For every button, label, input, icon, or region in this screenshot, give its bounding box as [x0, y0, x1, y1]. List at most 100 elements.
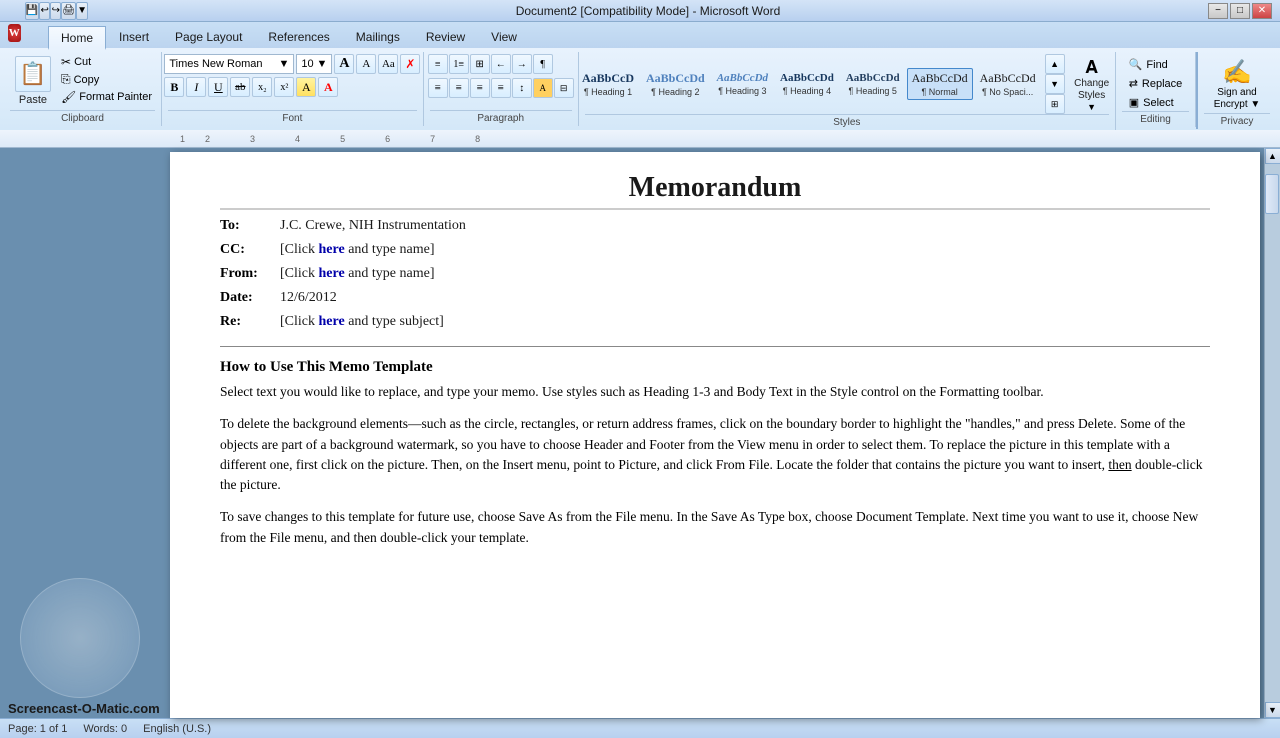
multilevel-button[interactable]: ⊞ — [470, 54, 490, 74]
to-label: To: — [220, 218, 280, 234]
clipboard-group: 📋 Paste ✂ Cut ⎘ Copy 🖌 Format Painter Cl… — [4, 52, 162, 126]
close-btn[interactable]: ✕ — [1252, 3, 1272, 19]
style-heading1[interactable]: AaBbCcD ¶ Heading 1 — [577, 68, 639, 99]
find-button[interactable]: 🔍 Find — [1125, 56, 1172, 73]
decrease-indent-button[interactable]: ← — [491, 54, 511, 74]
quick-print-btn[interactable]: 🖨 — [61, 2, 76, 20]
numbering-button[interactable]: 1≡ — [449, 54, 469, 74]
bullets-button[interactable]: ≡ — [428, 54, 448, 74]
sign-encrypt-button[interactable]: ✍ Sign andEncrypt ▼ — [1212, 56, 1263, 113]
list-buttons-row: ≡ 1≡ ⊞ ← → ¶ — [428, 54, 553, 74]
clear-formatting-button[interactable]: ✗ — [400, 54, 420, 74]
align-center-button[interactable]: ≡ — [449, 78, 469, 98]
style-heading3[interactable]: AaBbCcDd ¶ Heading 3 — [712, 69, 773, 99]
tab-insert[interactable]: Insert — [106, 24, 162, 48]
word-count: Words: 0 — [83, 723, 127, 735]
styles-expand[interactable]: ⊞ — [1045, 94, 1065, 114]
quick-save-btn[interactable]: 💾 — [25, 2, 39, 20]
font-name-combo[interactable]: Times New Roman ▼ — [164, 54, 294, 74]
subscript-button[interactable]: x₂ — [252, 77, 272, 97]
heading5-label: ¶ Heading 5 — [849, 86, 897, 96]
tab-home[interactable]: Home — [48, 26, 106, 50]
border-button[interactable]: ⊟ — [554, 78, 574, 98]
find-icon: 🔍 — [1129, 58, 1143, 71]
re-value[interactable]: [Click here and type subject] — [280, 314, 444, 330]
cc-value[interactable]: [Click here and type name] — [280, 242, 434, 258]
language: English (U.S.) — [143, 723, 211, 735]
tab-review[interactable]: Review — [413, 24, 478, 48]
change-case-button[interactable]: Aa — [378, 54, 398, 74]
increase-indent-button[interactable]: → — [512, 54, 532, 74]
strikethrough-button[interactable]: ab — [230, 77, 250, 97]
grow-font-button[interactable]: A — [334, 54, 354, 74]
style-normal[interactable]: AaBbCcDd ¶ Normal — [907, 68, 973, 99]
styles-scroll-up[interactable]: ▲ — [1045, 54, 1065, 74]
document-page[interactable]: Memorandum To: J.C. Crewe, NIH Instrumen… — [170, 152, 1260, 718]
scroll-down-button[interactable]: ▼ — [1265, 702, 1280, 718]
status-bar: Page: 1 of 1 Words: 0 English (U.S.) — [0, 718, 1280, 738]
superscript-button[interactable]: x² — [274, 77, 294, 97]
font-group: Times New Roman ▼ 10 ▼ A A Aa ✗ B I U ab… — [162, 52, 424, 126]
format-painter-button[interactable]: 🖌 Format Painter — [58, 89, 155, 105]
copy-icon: ⎘ — [61, 72, 71, 87]
memo-from-row: From: [Click here and type name] — [220, 266, 1210, 282]
cut-button[interactable]: ✂ Cut — [58, 54, 155, 70]
style-nospacing[interactable]: AaBbCcDd ¶ No Spaci... — [975, 68, 1041, 99]
shading-button[interactable]: A — [533, 78, 553, 98]
heading4-preview: AaBbCcDd — [780, 72, 834, 85]
ribbon: 📋 Paste ✂ Cut ⎘ Copy 🖌 Format Painter Cl… — [0, 48, 1280, 130]
office-button[interactable]: W — [8, 24, 21, 42]
tab-page-layout[interactable]: Page Layout — [162, 24, 255, 48]
privacy-group: ✍ Sign andEncrypt ▼ Privacy — [1196, 52, 1276, 129]
minimize-btn[interactable]: − — [1208, 3, 1228, 19]
underline-button[interactable]: U — [208, 77, 228, 97]
from-value[interactable]: [Click here and type name] — [280, 266, 434, 282]
paste-icon: 📋 — [15, 56, 51, 92]
font-color-button[interactable]: A — [318, 77, 338, 97]
style-heading5[interactable]: AaBbCcDd ¶ Heading 5 — [841, 69, 905, 99]
customize-btn[interactable]: ▼ — [76, 2, 88, 20]
paste-label: Paste — [19, 94, 47, 106]
line-spacing-button[interactable]: ↕ — [512, 78, 532, 98]
scrollbar-track[interactable] — [1265, 164, 1280, 702]
style-heading4[interactable]: AaBbCcDd ¶ Heading 4 — [775, 69, 839, 99]
copy-button[interactable]: ⎘ Copy — [58, 71, 155, 88]
justify-button[interactable]: ≡ — [491, 78, 511, 98]
font-name-arrow: ▼ — [278, 58, 289, 70]
replace-button[interactable]: ⇄ Replace — [1125, 75, 1187, 92]
quick-redo-btn[interactable]: ↪ — [50, 2, 61, 20]
bold-button[interactable]: B — [164, 77, 184, 97]
align-buttons-row: ≡ ≡ ≡ ≡ ↕ A ⊟ — [428, 78, 574, 98]
styles-scroll-down[interactable]: ▼ — [1045, 74, 1065, 94]
scrollbar-thumb[interactable] — [1265, 174, 1279, 214]
cut-icon: ✂ — [61, 55, 71, 69]
tab-mailings[interactable]: Mailings — [343, 24, 413, 48]
cc-label: CC: — [220, 242, 280, 258]
style-heading2[interactable]: AaBbCcDd ¶ Heading 2 — [641, 68, 710, 99]
show-formatting-button[interactable]: ¶ — [533, 54, 553, 74]
nospacing-preview: AaBbCcDd — [980, 71, 1036, 85]
select-button[interactable]: ▣ Select — [1125, 94, 1178, 111]
quick-undo-btn[interactable]: ↩ — [39, 2, 50, 20]
window-title: Document2 [Compatibility Mode] - Microso… — [88, 4, 1208, 18]
heading3-preview: AaBbCcDd — [717, 72, 768, 85]
memo-fields: To: J.C. Crewe, NIH Instrumentation CC: … — [220, 218, 1210, 330]
font-group-label: Font — [168, 110, 417, 124]
align-left-button[interactable]: ≡ — [428, 78, 448, 98]
shrink-font-button[interactable]: A — [356, 54, 376, 74]
select-icon: ▣ — [1129, 96, 1139, 109]
highlight-button[interactable]: A — [296, 77, 316, 97]
heading2-preview: AaBbCcDd — [646, 71, 705, 85]
change-styles-button[interactable]: 𝐀 ChangeStyles ▼ — [1067, 55, 1117, 114]
ribbon-tabs: Home Insert Page Layout References Maili… — [0, 22, 1280, 48]
tab-references[interactable]: References — [255, 24, 342, 48]
tab-view[interactable]: View — [478, 24, 530, 48]
restore-btn[interactable]: □ — [1230, 3, 1250, 19]
align-right-button[interactable]: ≡ — [470, 78, 490, 98]
font-size-combo[interactable]: 10 ▼ — [296, 54, 332, 74]
italic-button[interactable]: I — [186, 77, 206, 97]
paste-button[interactable]: 📋 Paste — [10, 54, 56, 108]
left-sidebar — [0, 148, 170, 718]
heading1-preview: AaBbCcD — [582, 71, 634, 85]
scroll-up-button[interactable]: ▲ — [1265, 148, 1280, 164]
